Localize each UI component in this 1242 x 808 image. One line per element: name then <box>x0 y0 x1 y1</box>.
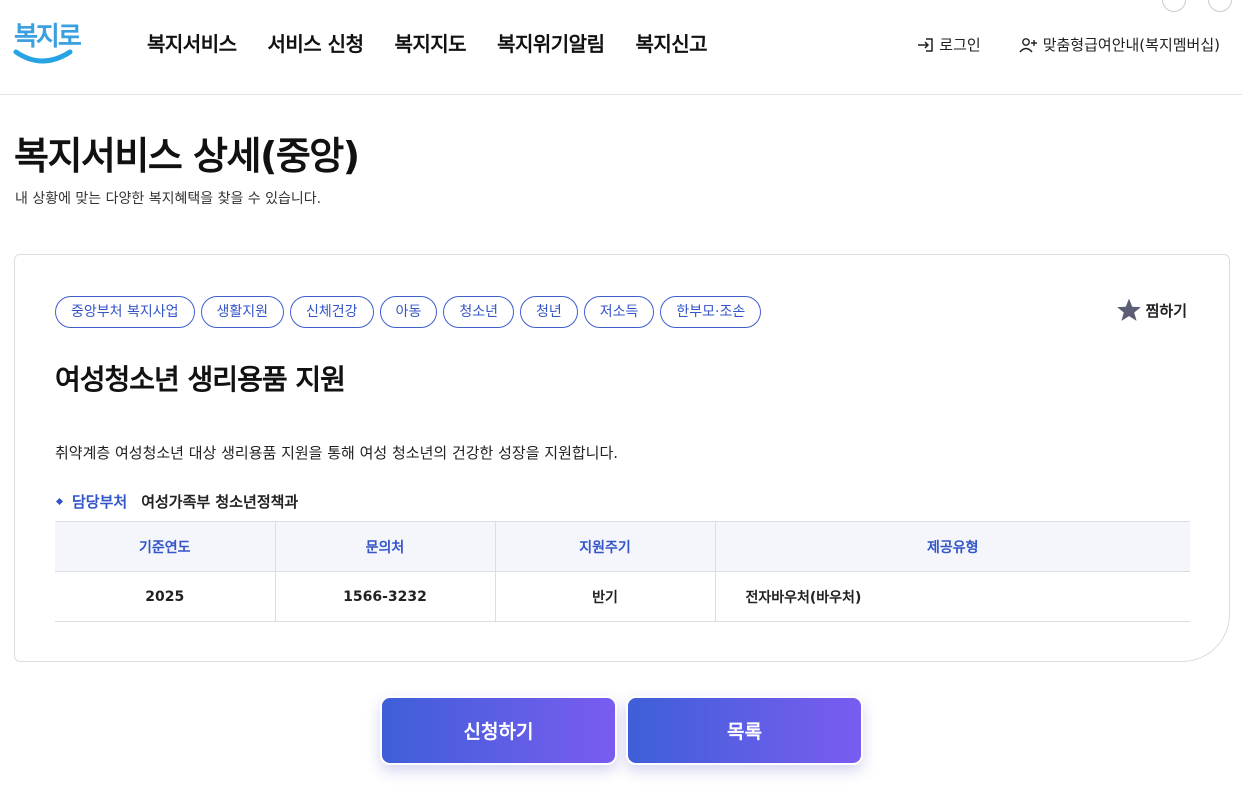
favorite-label: 찜하기 <box>1145 301 1187 320</box>
login-link[interactable]: 로그인 <box>917 34 981 55</box>
favorite-button[interactable]: 찜하기 <box>1116 297 1187 323</box>
tag[interactable]: 생활지원 <box>200 296 285 328</box>
membership-label: 맞춤형급여안내(복지멤버십) <box>1042 36 1220 54</box>
tag[interactable]: 신체건강 <box>290 296 374 328</box>
utility-menu: 로그인 맞춤형급여안내(복지멤버십) <box>879 34 1220 55</box>
tag[interactable]: 청소년 <box>443 296 514 328</box>
tag[interactable]: 한부모·조손 <box>660 296 762 328</box>
cell-year: 2025 <box>55 571 276 622</box>
page-title: 복지서비스 상세(중앙) <box>14 134 360 178</box>
tag[interactable]: 저소득 <box>583 296 655 328</box>
logo-text: 복지로 <box>14 22 82 52</box>
utility-circle-icon[interactable] <box>1208 0 1232 12</box>
tag[interactable]: 청년 <box>519 296 578 328</box>
main-nav: 복지서비스 서비스 신청 복지지도 복지위기알림 복지신고 <box>147 28 738 57</box>
nav-item-welfare-service[interactable]: 복지서비스 <box>147 28 237 57</box>
action-buttons: 신청하기 목록 <box>380 696 872 765</box>
site-header: 복지로 복지서비스 서비스 신청 복지지도 복지위기알림 복지신고 로그인 맞춤… <box>0 0 1242 95</box>
department-row: 담당부처 여성가족부 청소년정책과 <box>55 491 298 512</box>
table-header-row: 기준연도 문의처 지원주기 제공유형 <box>55 521 1190 572</box>
column-header-year: 기준연도 <box>55 521 276 572</box>
login-icon <box>918 37 934 52</box>
cell-contact: 1566-3232 <box>275 571 496 622</box>
department-label: 담당부처 <box>72 493 128 511</box>
service-title: 여성청소년 생리용품 지원 <box>55 363 346 396</box>
cell-cycle: 반기 <box>495 571 716 622</box>
bullet-icon <box>55 497 64 506</box>
table-row: 2025 1566-3232 반기 전자바우처(바우처) <box>55 571 1190 622</box>
department-value: 여성가족부 청소년정책과 <box>141 493 299 511</box>
service-info-table: 기준연도 문의처 지원주기 제공유형 2025 1566-3232 반기 전자바… <box>55 521 1190 622</box>
nav-item-welfare-map[interactable]: 복지지도 <box>394 28 466 57</box>
tag[interactable]: 아동 <box>379 296 438 328</box>
nav-item-report[interactable]: 복지신고 <box>635 28 707 57</box>
column-header-contact: 문의처 <box>275 521 496 572</box>
apply-button[interactable]: 신청하기 <box>380 696 617 765</box>
star-icon <box>1116 298 1141 321</box>
top-utility-icons <box>1140 0 1232 12</box>
service-summary: 취약계층 여성청소년 대상 생리용품 지원을 통해 여성 청소년의 건강한 성장… <box>55 444 619 462</box>
column-header-type: 제공유형 <box>715 521 1190 572</box>
login-label: 로그인 <box>939 36 981 54</box>
column-header-cycle: 지원주기 <box>495 521 716 572</box>
nav-item-crisis-alert[interactable]: 복지위기알림 <box>497 28 605 57</box>
nav-item-service-apply[interactable]: 서비스 신청 <box>268 28 364 57</box>
utility-circle-icon[interactable] <box>1162 0 1186 12</box>
tag[interactable]: 중앙부처 복지사업 <box>55 296 195 328</box>
service-detail-card: 중앙부처 복지사업 생활지원 신체건강 아동 청소년 청년 저소득 한부모·조손… <box>14 254 1230 662</box>
user-add-icon <box>1019 37 1037 52</box>
category-tags: 중앙부처 복지사업 생활지원 신체건강 아동 청소년 청년 저소득 한부모·조손 <box>55 296 767 328</box>
cell-type: 전자바우처(바우처) <box>715 571 1190 622</box>
page-description: 내 상황에 맞는 다양한 복지혜택을 찾을 수 있습니다. <box>15 191 322 207</box>
membership-link[interactable]: 맞춤형급여안내(복지멤버십) <box>1019 34 1220 55</box>
list-button[interactable]: 목록 <box>626 696 863 765</box>
